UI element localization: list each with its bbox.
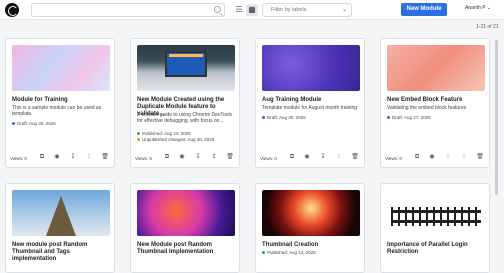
copy-icon[interactable]: ⧉ (163, 153, 171, 161)
status-draft: Draft: Aug 30, 2025 (12, 121, 56, 126)
chevron-down-icon: ⌄ (486, 5, 492, 11)
user-name: Ananth P (465, 5, 486, 11)
label-filter-placeholder: Filter by labels (271, 7, 307, 13)
module-thumbnail[interactable] (137, 190, 235, 236)
rail-illustration (391, 220, 481, 223)
published-dot-icon (262, 251, 265, 255)
published-dot-icon (137, 132, 140, 136)
module-thumbnail[interactable] (387, 45, 485, 91)
module-thumbnail[interactable] (262, 190, 360, 236)
copy-icon[interactable]: ⧉ (38, 153, 46, 161)
module-description: A concise guide to using Chrome DevTools… (137, 112, 233, 124)
thumbnail-banner (169, 54, 203, 57)
chevron-down-icon: ⌄ (341, 7, 347, 13)
module-description: This is a sample module can be used as t… (12, 105, 102, 117)
module-card[interactable]: New Module Created using the Duplicate M… (130, 38, 240, 168)
share-icon[interactable]: ↥ (85, 153, 93, 161)
views-count: Views: 0 (260, 156, 277, 161)
module-title[interactable]: Aug Training Module (262, 97, 362, 104)
top-bar: ☰ ▦ Filter by labels ⌄ New Module Ananth… (0, 0, 504, 20)
label-filter-select[interactable]: Filter by labels ⌄ (262, 3, 352, 17)
new-module-button[interactable]: New Module (401, 3, 447, 16)
rail-illustration (391, 210, 481, 213)
share-icon[interactable]: ↥ (210, 153, 218, 161)
status-published: Published: Aug 13, 2025 (262, 250, 316, 255)
download-icon[interactable]: ↧ (444, 153, 452, 161)
module-description: Validating the embed block features (387, 105, 467, 111)
scrollbar[interactable] (495, 40, 498, 195)
module-card[interactable]: New Embed Block Feature Validating the e… (380, 38, 490, 168)
preview-icon[interactable]: ◉ (303, 153, 311, 161)
views-count: Views: 5 (135, 156, 152, 161)
download-icon[interactable]: ↧ (194, 153, 202, 161)
module-title[interactable]: Importance of Parallel Login Restriction (387, 242, 487, 256)
copy-icon[interactable]: ⧉ (288, 153, 296, 161)
delete-icon[interactable]: 🗑 (101, 153, 109, 161)
tree-illustration (46, 196, 76, 236)
status-draft: Draft: Aug 30, 2025 (262, 115, 306, 120)
draft-dot-icon (387, 116, 390, 120)
module-title[interactable]: New Embed Block Feature (387, 97, 487, 104)
draft-dot-icon (12, 122, 15, 126)
module-card[interactable]: Module for Training This is a sample mod… (5, 38, 115, 168)
status-published: Published: Aug 23, 2025 (137, 131, 191, 136)
user-menu[interactable]: Ananth P ⌄ (465, 5, 491, 11)
status-draft: Draft: Aug 27, 2025 (387, 115, 431, 120)
module-card[interactable]: Aug Training Module Template module for … (255, 38, 365, 168)
views-count: Views: 0 (385, 156, 402, 161)
download-icon[interactable]: ↧ (319, 153, 327, 161)
module-description: Template module for August month trainin… (262, 105, 358, 111)
module-thumbnail[interactable] (12, 190, 110, 236)
module-thumbnail[interactable] (12, 45, 110, 91)
share-icon[interactable]: ↥ (460, 153, 468, 161)
module-thumbnail[interactable] (387, 190, 485, 236)
grid-view-button[interactable]: ▦ (246, 4, 258, 16)
status-unpublished: Unpublished changes: Aug 30, 2025 (137, 137, 214, 142)
preview-icon[interactable]: ◉ (428, 153, 436, 161)
views-count: Views: 0 (10, 156, 27, 161)
module-thumbnail[interactable] (137, 45, 235, 91)
delete-icon[interactable]: 🗑 (476, 153, 484, 161)
search-input[interactable] (31, 3, 225, 17)
list-view-button[interactable]: ☰ (233, 4, 245, 16)
search-icon[interactable] (214, 6, 221, 13)
delete-icon[interactable]: 🗑 (226, 153, 234, 161)
module-thumbnail[interactable] (262, 45, 360, 91)
copy-icon[interactable]: ⧉ (413, 153, 421, 161)
draft-dot-icon (262, 116, 265, 120)
download-icon[interactable]: ↧ (69, 153, 77, 161)
delete-icon[interactable]: 🗑 (351, 153, 359, 161)
share-icon[interactable]: ↥ (335, 153, 343, 161)
preview-icon[interactable]: ◉ (178, 153, 186, 161)
unpublished-dot-icon (137, 138, 140, 142)
module-title[interactable]: Module for Training (12, 97, 112, 104)
results-count: 1-21 of 21 (476, 24, 499, 30)
module-title[interactable]: Thumbnail Creation (262, 242, 362, 249)
module-title[interactable]: New Module post Random Thumbnail Impleme… (137, 242, 237, 256)
app-logo[interactable] (5, 3, 19, 17)
preview-icon[interactable]: ◉ (53, 153, 61, 161)
